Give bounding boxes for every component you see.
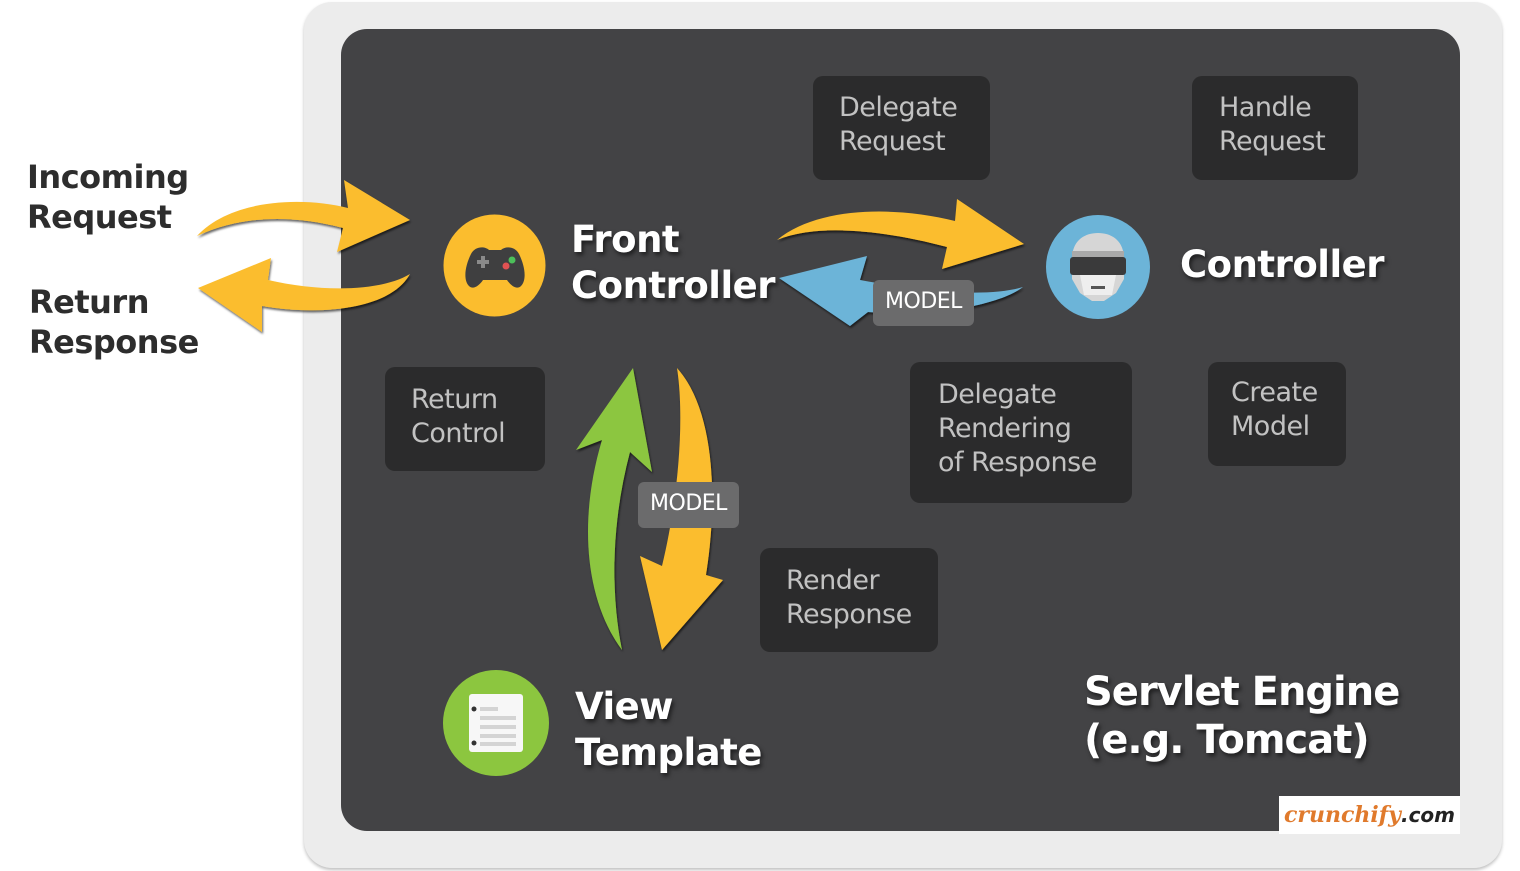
step-handle-request-line-2: Request [1219, 126, 1326, 157]
controller-label: Controller [1180, 242, 1384, 288]
view-template-line-1: View [575, 685, 673, 728]
step-delegate-rendering-line-3: of Response [938, 447, 1097, 478]
return-response-line-2: Response [29, 323, 199, 361]
brand-suffix: .com [1400, 803, 1456, 827]
step-handle-request: Handle Request [1192, 76, 1358, 180]
crunchify-logo: crunchify .com [1279, 796, 1460, 834]
robot-helmet-icon [1046, 215, 1150, 319]
incoming-request-line-1: Incoming [27, 158, 189, 196]
servlet-engine-line-2: (e.g. Tomcat) [1084, 717, 1370, 763]
incoming-request-line-2: Request [27, 198, 172, 236]
servlet-engine-line-1: Servlet Engine [1084, 669, 1400, 715]
front-controller-line-2: Controller [571, 264, 775, 307]
step-render-response-line-2: Response [786, 599, 912, 630]
front-controller-label: Front Controller [571, 217, 775, 309]
return-response-arrow [198, 258, 410, 332]
view-template-label: View Template [575, 684, 762, 776]
step-delegate-request-line-2: Request [839, 126, 946, 157]
incoming-request-arrow [197, 180, 410, 252]
servlet-engine-title: Servlet Engine (e.g. Tomcat) [1084, 668, 1400, 764]
view-template-line-2: Template [575, 731, 762, 774]
step-render-response-line-1: Render [786, 565, 880, 596]
return-response-label: Return Response [29, 282, 199, 362]
controller-line-1: Controller [1180, 243, 1384, 286]
return-response-line-1: Return [29, 283, 149, 321]
step-delegate-rendering-line-1: Delegate [938, 379, 1057, 410]
step-create-model-line-2: Model [1231, 411, 1310, 442]
incoming-request-label: Incoming Request [27, 157, 189, 237]
step-return-control-line-1: Return [411, 384, 498, 415]
step-render-response: Render Response [760, 548, 938, 652]
step-delegate-rendering: Delegate Rendering of Response [910, 362, 1132, 503]
delegate-request-arrow [777, 199, 1024, 269]
gamepad-icon [443, 214, 546, 317]
step-create-model: Create Model [1208, 362, 1346, 466]
step-handle-request-line-1: Handle [1219, 92, 1312, 123]
document-icon [443, 670, 549, 776]
step-create-model-line-1: Create [1231, 377, 1318, 408]
brand-name: crunchify [1283, 802, 1401, 828]
step-delegate-request-line-1: Delegate [839, 92, 958, 123]
step-return-control: Return Control [385, 367, 545, 471]
front-controller-line-1: Front [571, 218, 680, 261]
step-return-control-line-2: Control [411, 418, 506, 449]
model-tag-view: MODEL [638, 482, 739, 528]
step-delegate-rendering-line-2: Rendering [938, 413, 1072, 444]
model-tag-controller: MODEL [873, 280, 974, 326]
step-delegate-request: Delegate Request [813, 76, 990, 180]
